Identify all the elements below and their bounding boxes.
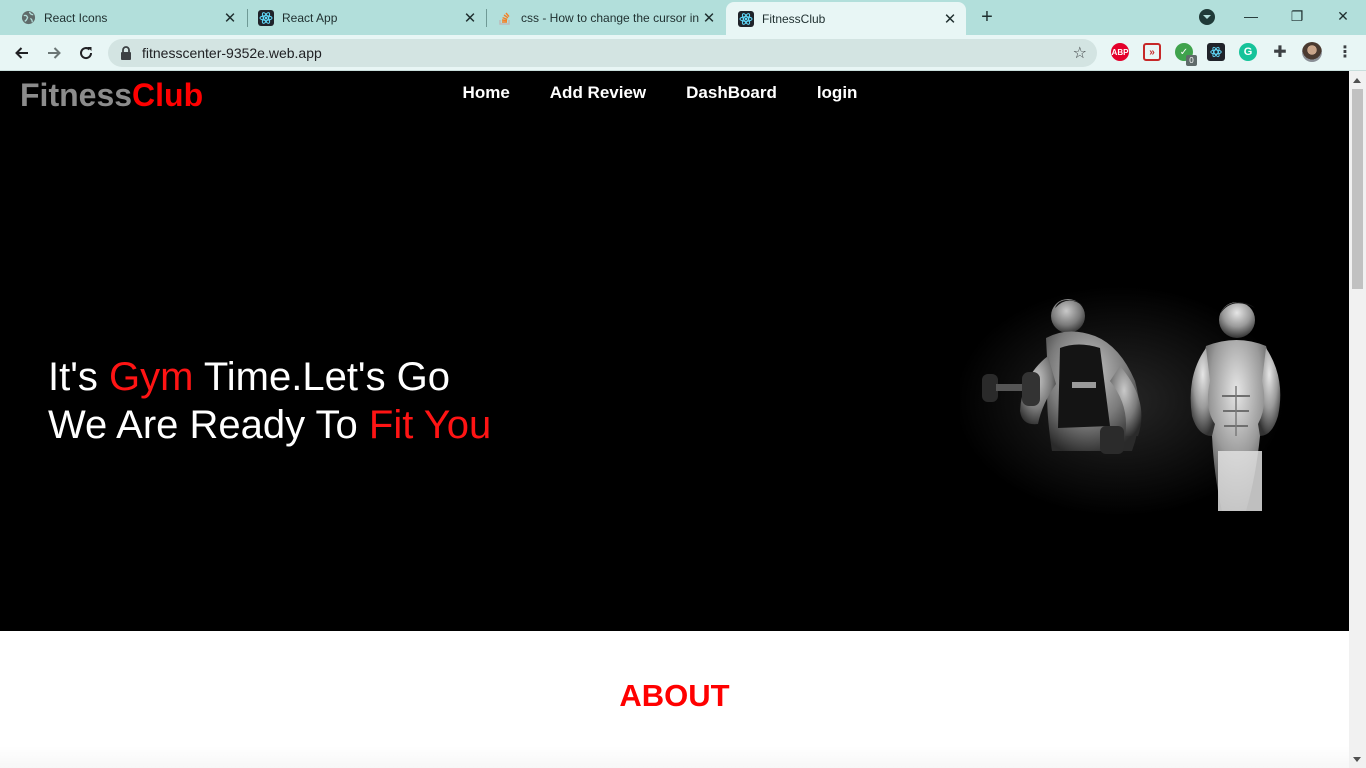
- about-heading: ABOUT: [619, 678, 730, 713]
- close-tab-icon[interactable]: ✕: [699, 8, 719, 28]
- grammarly-icon[interactable]: G: [1239, 43, 1257, 61]
- puzzle-icon[interactable]: ✚: [1271, 43, 1289, 61]
- close-window-button[interactable]: ✕: [1320, 0, 1366, 32]
- nav-dashboard-link[interactable]: DashBoard: [686, 83, 777, 103]
- tab-title: React Icons: [44, 10, 108, 25]
- nav-add-review-link[interactable]: Add Review: [550, 83, 646, 103]
- scroll-down-arrow-icon[interactable]: [1353, 757, 1361, 762]
- react-icon: [258, 9, 274, 26]
- bookmark-star-icon[interactable]: ☆: [1073, 43, 1087, 63]
- browser-toolbar: fitnesscenter-9352e.web.app ☆ ABP » ✓ 0 …: [0, 35, 1366, 71]
- nav-home-link[interactable]: Home: [463, 83, 510, 103]
- bodybuilders-image: [960, 286, 1285, 516]
- video-ext-icon[interactable]: »: [1143, 43, 1161, 61]
- page-scrollbar[interactable]: [1349, 71, 1366, 768]
- scroll-thumb[interactable]: [1352, 89, 1363, 289]
- hero-line-2: We Are Ready To Fit You: [48, 401, 491, 449]
- main-nav: Home Add Review DashBoard login: [0, 83, 1349, 103]
- close-tab-icon[interactable]: ✕: [220, 8, 240, 28]
- url-text: fitnesscenter-9352e.web.app: [142, 45, 322, 61]
- tab-title: React App: [282, 10, 338, 25]
- menu-kebab-icon[interactable]: ⋮: [1336, 43, 1354, 61]
- hero-section: FitnessClub Home Add Review DashBoard lo…: [0, 71, 1349, 631]
- tab-fitnessclub[interactable]: FitnessClub ✕: [726, 2, 966, 35]
- hero-highlight: Gym: [108, 355, 194, 399]
- tab-react-app[interactable]: React App ✕: [238, 0, 486, 35]
- hero-text: Time.Let's Go: [193, 355, 451, 399]
- extension-badge: 0: [1186, 55, 1197, 66]
- hero-text: It's: [48, 355, 109, 399]
- restore-button[interactable]: ❐: [1274, 0, 1320, 32]
- forward-arrow-icon[interactable]: [42, 41, 66, 65]
- hero-text: We Are Ready To: [48, 403, 369, 447]
- address-bar[interactable]: fitnesscenter-9352e.web.app ☆: [108, 39, 1097, 67]
- close-tab-icon[interactable]: ✕: [940, 9, 960, 29]
- react-devtools-icon[interactable]: [1207, 43, 1225, 61]
- lock-icon: [120, 46, 132, 60]
- tab-stackoverflow[interactable]: css - How to change the cursor in ✕: [477, 0, 725, 35]
- page-viewport: FitnessClub Home Add Review DashBoard lo…: [0, 71, 1349, 768]
- adblock-plus-icon[interactable]: ABP: [1111, 43, 1129, 61]
- back-arrow-icon[interactable]: [10, 41, 34, 65]
- hero-highlight: Fit You: [368, 403, 492, 447]
- tab-strip: React Icons ✕ React App ✕ css - How to c…: [0, 0, 1366, 35]
- tab-search-icon[interactable]: [1199, 9, 1215, 25]
- minimize-button[interactable]: —: [1228, 0, 1274, 32]
- tab-react-icons[interactable]: React Icons ✕: [0, 0, 246, 35]
- tab-title: FitnessClub: [762, 11, 826, 26]
- hero-line-1: It's Gym Time.Let's Go: [48, 353, 491, 401]
- reload-icon[interactable]: [74, 41, 98, 65]
- hero-headline: It's Gym Time.Let's Go We Are Ready To F…: [48, 353, 491, 449]
- nav-login-link[interactable]: login: [817, 83, 858, 103]
- new-tab-button[interactable]: +: [976, 6, 998, 28]
- scroll-up-arrow-icon[interactable]: [1353, 78, 1361, 83]
- stackoverflow-icon: [497, 10, 513, 26]
- tab-title: css - How to change the cursor in: [521, 10, 699, 25]
- globe-icon: [20, 10, 36, 26]
- react-icon: [738, 10, 754, 27]
- section-fade: [0, 746, 1349, 768]
- avatar[interactable]: [1302, 42, 1322, 62]
